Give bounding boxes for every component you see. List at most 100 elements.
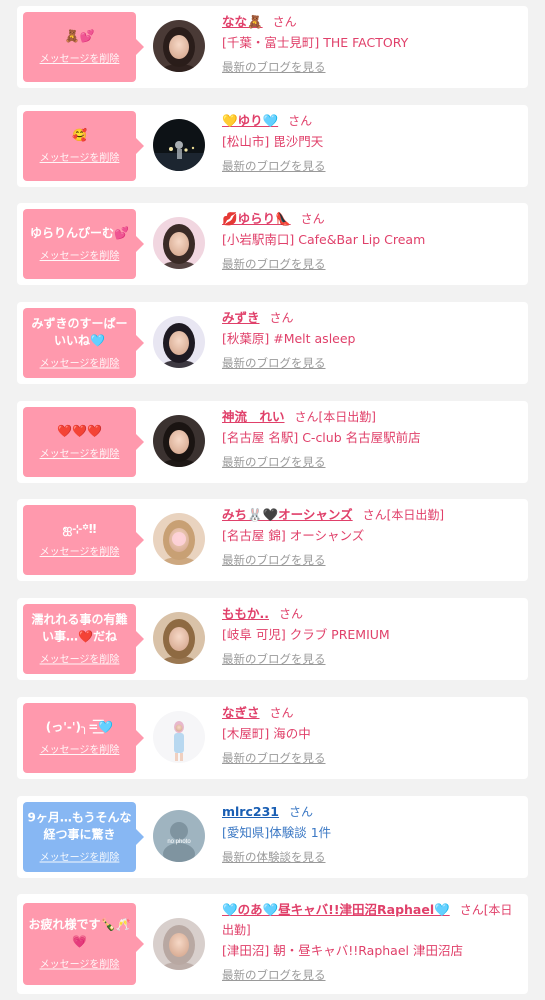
- latest-blog-link[interactable]: 最新のブログを見る: [222, 353, 326, 373]
- message-bubble: お疲れ様です🍾🥂💗 メッセージを削除: [23, 903, 144, 986]
- message-card: ゆらりんぴーむ💕 メッセージを削除 💋ゆらり👠 さん [小岩駅南口] Cafe&Bar …: [17, 203, 528, 286]
- delete-message-link[interactable]: メッセージを削除: [40, 956, 120, 971]
- delete-message-link[interactable]: メッセージを削除: [40, 50, 120, 65]
- message-card: ஐ⊹꙳‼︎ メッセージを削除 みち🐰🖤オーシャンズ さん[本日出勤] [名古屋 錦] オ…: [17, 499, 528, 582]
- shop-label: [名古屋 錦] オーシャンズ: [222, 528, 365, 544]
- shop-label: [小岩駅南口] Cafe&Bar Lip Cream: [222, 232, 426, 248]
- message-card: ❤️❤️❤️ メッセージを削除 神流 れい さん[本日出勤] [名古屋 名駅] C-cl…: [17, 400, 528, 483]
- delete-message-link[interactable]: メッセージを削除: [40, 651, 120, 666]
- message-bubble: 9ヶ月…もうそんな経つ事に驚きメッセージを削除: [23, 801, 144, 872]
- delete-message-link[interactable]: メッセージを削除: [40, 247, 120, 262]
- delete-message-link[interactable]: メッセージを削除: [40, 741, 120, 756]
- honorific-label: さん[本日出勤]: [362, 508, 445, 523]
- profile-name-link[interactable]: みち🐰🖤オーシャンズ: [222, 507, 353, 522]
- person-avatar-icon[interactable]: [153, 217, 205, 270]
- profile-name-link[interactable]: 💋ゆらり👠: [222, 211, 291, 226]
- message-text: ゆらりんぴーむ💕: [30, 226, 129, 241]
- profile-info: 🩵のあ🩵昼キャバ!!津田沼Raphael🩵 さん[本日出勤] [津田沼] 朝・昼キャ…: [222, 900, 522, 985]
- latest-blog-link[interactable]: 最新のブログを見る: [222, 550, 326, 570]
- profile-name-link[interactable]: みずき: [222, 310, 260, 325]
- message-text: 9ヶ月…もうそんな経つ事に驚き: [27, 810, 132, 841]
- shop-label: [松山市] 毘沙門天: [222, 133, 324, 149]
- message-card: (っ'-')╮=͟͟͞͞🩵 メッセージを削除 なぎさ さん [木屋町] 海の中最新のブロ…: [17, 696, 528, 779]
- message-card: 9ヶ月…もうそんな経つ事に驚きメッセージを削除 no photo mlrc231 さん…: [17, 795, 528, 878]
- night-photo-avatar-icon[interactable]: [153, 118, 205, 171]
- message-card: 🧸💕 メッセージを削除 なな🧸 さん [千葉・富士見町] THE FACTORY 最新のブ…: [17, 6, 528, 88]
- profile-info: なな🧸 さん [千葉・富士見町] THE FACTORY 最新のブログを見る: [222, 12, 522, 77]
- message-text: (っ'-')╮=͟͟͞͞🩵: [45, 719, 114, 734]
- honorific-label: さん: [300, 212, 325, 227]
- honorific-label: さん: [269, 311, 294, 326]
- message-card: みずきのすーぱーいいね🩵 メッセージを削除 みずき さん [秋葉原] #Melt asl…: [17, 302, 528, 385]
- shop-label: [岐阜 可児] クラブ PREMIUM: [222, 627, 390, 643]
- message-bubble: 🥰 メッセージを削除: [23, 110, 144, 181]
- profile-info: ももか.. さん [岐阜 可児] クラブ PREMIUM 最新のブログを見る: [222, 604, 522, 669]
- message-text: みずきのすーぱーいいね🩵: [31, 316, 128, 348]
- person-avatar-icon[interactable]: [153, 20, 205, 72]
- person-avatar-icon[interactable]: [153, 316, 205, 369]
- message-text: ❤️❤️❤️: [57, 423, 102, 438]
- svg-text:no photo: no photo: [167, 839, 191, 845]
- delete-message-link[interactable]: メッセージを削除: [40, 149, 120, 164]
- profile-name-link[interactable]: なな🧸: [222, 14, 263, 29]
- profile-name-link[interactable]: なぎさ: [222, 705, 260, 720]
- latest-blog-link[interactable]: 最新の体験談を見る: [222, 847, 326, 867]
- person-avatar-icon[interactable]: [153, 513, 205, 566]
- shop-label: [木屋町] 海の中: [222, 725, 311, 741]
- honorific-label: さん: [269, 705, 294, 720]
- message-text: 🧸💕: [64, 29, 95, 43]
- shop-label: [津田沼] 朝・昼キャバ!!Raphael 津田沼店: [222, 943, 463, 959]
- delete-message-link[interactable]: メッセージを削除: [40, 543, 120, 558]
- person-avatar-icon[interactable]: [153, 414, 205, 467]
- profile-info: なぎさ さん [木屋町] 海の中最新のブログを見る: [222, 703, 522, 768]
- profile-name-link[interactable]: 🩵のあ🩵昼キャバ!!津田沼Raphael🩵: [222, 902, 450, 917]
- profile-info: mlrc231 さん [愛知県]体験談 1件最新の体験談を見る: [222, 802, 522, 867]
- message-text: お疲れ様です🍾🥂💗: [28, 917, 131, 949]
- latest-blog-link[interactable]: 最新のブログを見る: [222, 965, 326, 985]
- latest-blog-link[interactable]: 最新のブログを見る: [222, 156, 326, 176]
- shop-label: [秋葉原] #Melt asleep: [222, 331, 356, 347]
- shop-label: [愛知県]体験談 1件: [222, 824, 332, 840]
- profile-info: みずき さん [秋葉原] #Melt asleep 最新のブログを見る: [222, 308, 522, 373]
- message-list: 🧸💕 メッセージを削除 なな🧸 さん [千葉・富士見町] THE FACTORY 最新のブ…: [17, 6, 528, 1000]
- message-card: 🥰 メッセージを削除 💛ゆり🩵 さん [松山市] 毘沙門天 最新のブログを見る: [17, 104, 528, 187]
- message-text: ஐ⊹꙳‼︎: [62, 522, 97, 537]
- honorific-label: さん[本日出勤]: [294, 409, 376, 424]
- profile-name-link[interactable]: mlrc231: [222, 804, 279, 819]
- message-bubble: ஐ⊹꙳‼︎ メッセージを削除: [23, 505, 144, 576]
- delete-message-link[interactable]: メッセージを削除: [40, 355, 120, 370]
- person-avatar-icon[interactable]: [153, 918, 205, 971]
- latest-blog-link[interactable]: 最新のブログを見る: [222, 57, 326, 77]
- message-bubble: 🧸💕 メッセージを削除: [23, 12, 144, 82]
- message-bubble: ゆらりんぴーむ💕 メッセージを削除: [23, 209, 144, 280]
- latest-blog-link[interactable]: 最新のブログを見る: [222, 649, 326, 669]
- no-photo-avatar-icon[interactable]: no photo: [153, 809, 205, 862]
- profile-info: 💛ゆり🩵 さん [松山市] 毘沙門天 最新のブログを見る: [222, 111, 522, 176]
- person-avatar-icon[interactable]: [153, 612, 205, 665]
- profile-info: 💋ゆらり👠 さん [小岩駅南口] Cafe&Bar Lip Cream 最新のブログを…: [222, 209, 522, 274]
- latest-blog-link[interactable]: 最新のブログを見る: [222, 748, 326, 768]
- message-bubble: 濡れれる事の有難い事…❤️だねメッセージを削除: [23, 604, 144, 675]
- latest-blog-link[interactable]: 最新のブログを見る: [222, 254, 326, 274]
- honorific-label: さん: [279, 607, 304, 622]
- profile-name-link[interactable]: 神流 れい: [222, 409, 285, 424]
- profile-info: みち🐰🖤オーシャンズ さん[本日出勤] [名古屋 錦] オーシャンズ最新のブログを見…: [222, 505, 522, 570]
- message-bubble: (っ'-')╮=͟͟͞͞🩵 メッセージを削除: [23, 702, 144, 773]
- shop-label: [千葉・富士見町] THE FACTORY: [222, 35, 409, 50]
- message-text: 濡れれる事の有難い事…❤️だね: [31, 612, 128, 644]
- profile-name-link[interactable]: ももか..: [222, 606, 269, 621]
- shop-label: [名古屋 名駅] C-club 名古屋駅前店: [222, 429, 421, 445]
- profile-name-link[interactable]: 💛ゆり🩵: [222, 113, 278, 128]
- delete-message-link[interactable]: メッセージを削除: [40, 848, 120, 863]
- message-bubble: みずきのすーぱーいいね🩵 メッセージを削除: [23, 308, 144, 379]
- delete-message-link[interactable]: メッセージを削除: [40, 445, 120, 460]
- latest-blog-link[interactable]: 最新のブログを見る: [222, 452, 326, 472]
- message-card: お疲れ様です🍾🥂💗 メッセージを削除 🩵のあ🩵昼キャバ!!津田沼Raphael🩵 さん…: [17, 894, 528, 995]
- message-text: 🥰: [72, 127, 87, 142]
- person-avatar-icon[interactable]: [153, 710, 205, 763]
- honorific-label: さん: [288, 804, 313, 819]
- honorific-label: さん: [272, 15, 297, 29]
- profile-info: 神流 れい さん[本日出勤] [名古屋 名駅] C-club 名古屋駅前店最新のブロ…: [222, 407, 522, 472]
- message-bubble: ❤️❤️❤️ メッセージを削除: [23, 406, 144, 477]
- message-card: 濡れれる事の有難い事…❤️だねメッセージを削除 ももか.. さん [岐阜 可児] クラ…: [17, 598, 528, 681]
